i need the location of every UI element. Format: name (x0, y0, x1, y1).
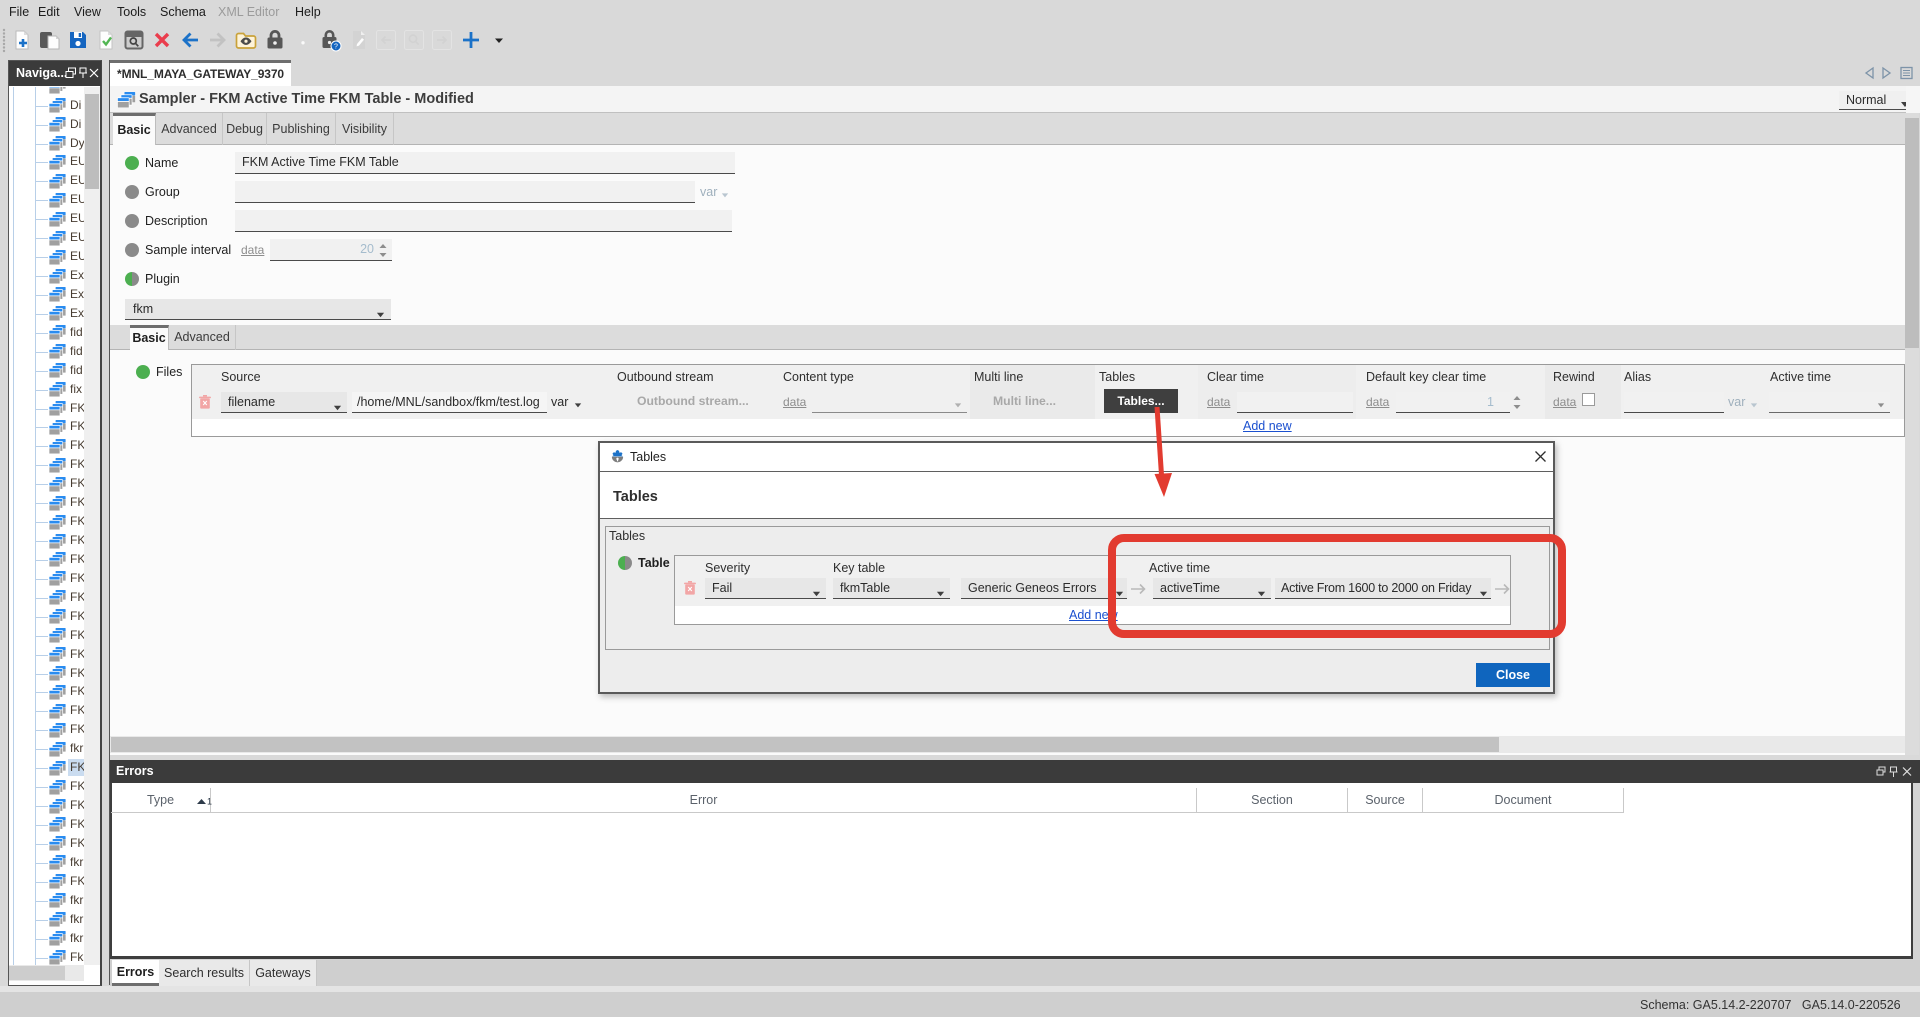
svg-text:1: 1 (207, 797, 212, 807)
svg-text:?: ? (334, 43, 338, 50)
